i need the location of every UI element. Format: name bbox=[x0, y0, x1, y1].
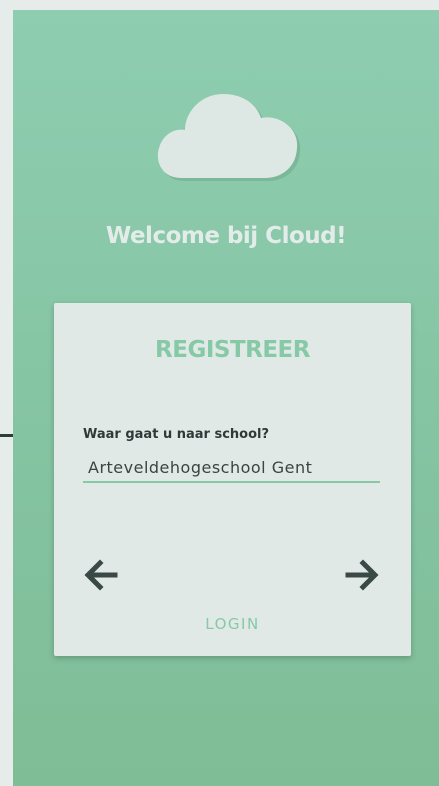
register-card: REGISTREER Waar gaat u naar school? LOGI… bbox=[54, 303, 411, 656]
school-field-label: Waar gaat u naar school? bbox=[83, 427, 270, 442]
left-divider-line bbox=[0, 434, 14, 437]
arrow-left-icon[interactable] bbox=[81, 555, 121, 595]
app-screen: Welcome bij Cloud! REGISTREER Waar gaat … bbox=[13, 10, 439, 786]
welcome-heading: Welcome bij Cloud! bbox=[105, 223, 347, 249]
login-link[interactable]: LOGIN bbox=[54, 615, 411, 633]
school-input[interactable] bbox=[83, 453, 380, 483]
register-title: REGISTREER bbox=[155, 337, 310, 363]
arrow-right-icon[interactable] bbox=[342, 555, 382, 595]
cloud-icon bbox=[157, 94, 301, 181]
